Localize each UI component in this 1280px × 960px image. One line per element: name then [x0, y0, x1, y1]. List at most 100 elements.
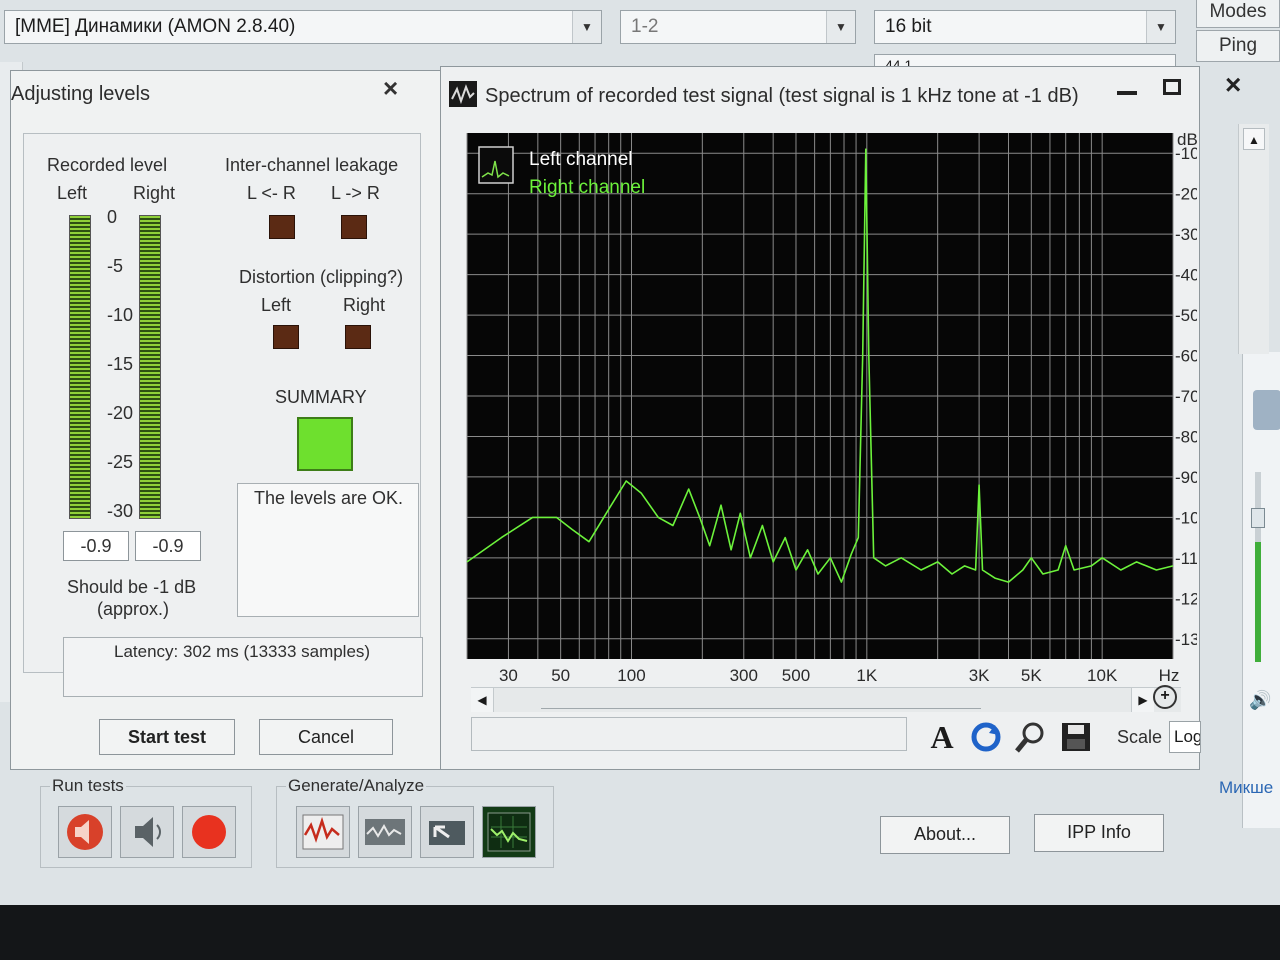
scroll-track-line	[541, 708, 981, 709]
spectrum-analyzer-button[interactable]	[482, 806, 536, 858]
y-tick-label: -70	[1175, 387, 1197, 406]
refresh-icon[interactable]	[969, 719, 1003, 755]
chevron-down-icon[interactable]: ▼	[572, 11, 601, 43]
magnifier-icon-graphic	[1015, 722, 1044, 753]
channels-select[interactable]: 1-2 ▼	[620, 10, 856, 44]
save-icon[interactable]	[1059, 719, 1093, 755]
font-icon[interactable]: A	[925, 719, 959, 755]
volume-slider-track[interactable]	[1251, 472, 1265, 662]
left-meter-label: Left	[57, 183, 88, 203]
chevron-down-icon[interactable]: ▼	[1146, 11, 1175, 43]
device-select-value: [MME] Динамики (AMON 2.8.40)	[15, 16, 296, 37]
distortion-right-label: Right	[343, 295, 386, 315]
scale-select[interactable]: Log	[1169, 721, 1201, 753]
ping-button-label: Ping	[1218, 35, 1258, 56]
run-test-speaker-grey-icon[interactable]	[120, 806, 174, 858]
record-button[interactable]	[182, 806, 236, 858]
cancel-button[interactable]: Cancel	[259, 719, 393, 755]
meter-scale-tick: -10	[107, 305, 134, 325]
maximize-icon[interactable]	[1163, 79, 1181, 95]
distortion-heading: Distortion (clipping?)	[239, 267, 404, 287]
bits-select-value: 16 bit	[885, 16, 932, 37]
import-button[interactable]	[420, 806, 474, 858]
y-tick-label: -90	[1175, 468, 1197, 487]
x-tick-label: 5K	[1021, 666, 1042, 685]
scroll-up-arrow[interactable]: ▲	[1243, 128, 1265, 150]
run-test-speaker-red-icon[interactable]	[58, 806, 112, 858]
leakage-l-from-r-indicator	[269, 215, 295, 239]
modes-button[interactable]: Modes	[1196, 0, 1280, 28]
y-tick-label: -40	[1175, 266, 1197, 285]
meter-scale-tick: 0	[107, 207, 118, 227]
analyze-wave-button[interactable]	[358, 806, 412, 858]
latency-text: Latency: 302 ms (13333 samples)	[114, 642, 371, 661]
scale-select-value: Log	[1174, 727, 1201, 746]
leakage-l-from-r-label: L <- R	[247, 183, 296, 203]
leakage-l-to-r-indicator	[341, 215, 367, 239]
bits-select[interactable]: 16 bit ▼	[874, 10, 1176, 44]
monitor-bezel	[0, 905, 1280, 960]
right-meter-label: Right	[133, 183, 176, 203]
about-button[interactable]: About...	[880, 816, 1010, 854]
summary-indicator	[297, 417, 353, 471]
leakage-heading: Inter-channel leakage	[225, 155, 399, 175]
mixer-label[interactable]: Микше	[1219, 778, 1273, 798]
generate-analyze-label: Generate/Analyze	[286, 776, 427, 796]
chevron-down-icon[interactable]: ▼	[826, 11, 855, 43]
y-tick-label: -60	[1175, 347, 1197, 366]
summary-text: The levels are OK.	[254, 488, 404, 508]
meter-scale-tick: -25	[107, 452, 134, 472]
y-tick-label: -13(	[1175, 630, 1197, 649]
adjusting-levels-window: Adjusting levels × Recorded level Left R…	[10, 70, 442, 770]
y-tick-label: -10	[1175, 144, 1197, 163]
minimize-icon[interactable]	[1117, 91, 1137, 95]
modes-button-label: Modes	[1209, 1, 1267, 22]
spectrum-chart: 30 50 100 300 500 1K 3K 5K 10K HzdB-10-20-30-40-5…	[466, 130, 1197, 685]
ping-button[interactable]: Ping	[1196, 30, 1280, 62]
scale-label: Scale	[1117, 727, 1163, 747]
volume-slider-thumb[interactable]	[1251, 508, 1265, 528]
start-test-button[interactable]: Start test	[99, 719, 235, 755]
y-tick-label: -11(	[1175, 549, 1197, 568]
generate-signal-button[interactable]	[296, 806, 350, 858]
meter-scale-tick: -30	[107, 501, 134, 521]
floppy-icon	[1062, 723, 1090, 751]
distortion-right-indicator	[345, 325, 371, 349]
run-tests-label: Run tests	[50, 776, 126, 796]
meter-scale-tick: -5	[107, 256, 124, 276]
latency-box: Latency: 302 ms (13333 samples)	[63, 637, 423, 697]
distortion-left-label: Left	[261, 295, 292, 315]
x-tick-label: 500	[782, 666, 810, 685]
vertical-scrollbar[interactable]: ▲	[1238, 124, 1269, 354]
legend-left-channel: Left channel	[529, 149, 633, 170]
legend-right-channel: Right channel	[529, 177, 645, 198]
summary-text-box: The levels are OK.	[237, 483, 419, 617]
zoom-in-icon[interactable]: +	[1153, 685, 1177, 709]
x-tick-label: 1K	[856, 666, 877, 685]
volume-icon[interactable]: 🔊	[1249, 690, 1271, 711]
x-tick-label: 10K	[1087, 666, 1118, 685]
close-icon[interactable]: ×	[1225, 69, 1241, 101]
leakage-l-to-r-label: L -> R	[331, 183, 380, 203]
ipp-info-button[interactable]: IPP Info	[1034, 814, 1164, 852]
x-tick-label: 50	[551, 666, 570, 685]
waveform-red-icon	[302, 814, 344, 850]
device-select[interactable]: [MME] Динамики (AMON 2.8.40) ▼	[4, 10, 602, 44]
start-test-label: Start test	[127, 727, 207, 747]
horizontal-scrollbar[interactable]: ◀ ▶	[471, 687, 1181, 712]
refresh-icon-graphic	[971, 722, 1001, 752]
scroll-left-arrow[interactable]: ◀	[471, 688, 494, 712]
magnifier-icon[interactable]	[1013, 719, 1047, 755]
ipp-info-label: IPP Info	[1067, 822, 1131, 842]
meter-scale-tick: -20	[107, 403, 134, 423]
should-be-text: Should be -1 dB	[67, 577, 197, 597]
spectrum-app-icon-graphic	[451, 84, 475, 105]
close-icon[interactable]: ×	[383, 73, 398, 104]
y-tick-label: -12(	[1175, 589, 1197, 608]
left-level-meter	[69, 215, 91, 519]
scroll-right-arrow[interactable]: ▶	[1131, 688, 1154, 712]
left-level-value: -0.9	[63, 531, 129, 561]
summary-heading: SUMMARY	[275, 387, 367, 407]
speaker-device-icon	[1253, 390, 1280, 430]
x-tick-label: 300	[730, 666, 758, 685]
